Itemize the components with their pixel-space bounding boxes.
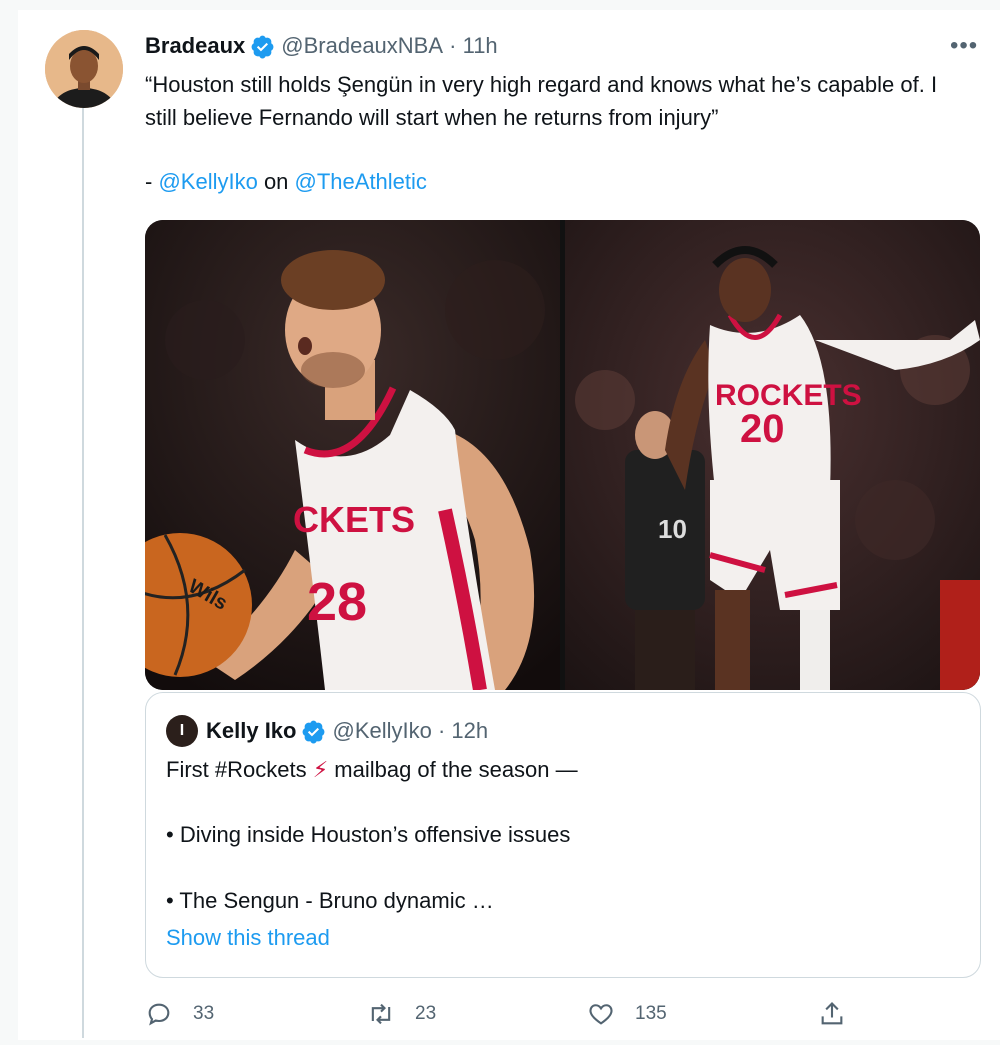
like-button[interactable]: 135 <box>587 1000 667 1028</box>
right-jersey-number: 20 <box>740 407 785 451</box>
tweet-time[interactable]: 11h <box>463 33 498 59</box>
verified-badge-icon <box>251 35 274 58</box>
quoted-author-handle[interactable]: @KellyIko <box>332 718 431 744</box>
quoted-line-1-post: mailbag of the season — <box>328 757 578 782</box>
verified-badge-icon <box>303 720 325 743</box>
media-grid: CKETS 28 Wils 10 ROCKETS 20 <box>145 220 980 690</box>
author-name[interactable]: Bradeaux <box>145 33 245 59</box>
action-bar: 33 23 135 <box>145 1000 845 1030</box>
thread-line <box>82 108 84 1038</box>
author-avatar[interactable] <box>45 30 123 108</box>
quoted-time[interactable]: 12h <box>451 718 488 744</box>
tweet-text: “Houston still holds Şengün in very high… <box>145 72 938 130</box>
quoted-bullet-2: • The Sengun - Bruno dynamic … <box>166 888 494 913</box>
mention-link-theathletic[interactable]: @TheAthletic <box>295 169 427 194</box>
right-jersey-team: ROCKETS <box>715 379 862 412</box>
rockets-logo-icon: ⚡ <box>312 757 329 782</box>
quoted-bullet-1: • Diving inside Houston’s offensive issu… <box>166 822 571 847</box>
retweet-count: 23 <box>415 1003 437 1024</box>
opponent-number: 10 <box>658 514 687 544</box>
quoted-line-1-pre: First #Rockets <box>166 757 313 782</box>
reply-button[interactable]: 33 <box>145 1000 214 1028</box>
photo-sengun[interactable]: CKETS 28 Wils <box>145 220 560 690</box>
attrib-dash: - <box>145 169 159 194</box>
left-jersey-number: 28 <box>307 572 367 632</box>
mention-link-kellyiko[interactable]: @KellyIko <box>158 169 257 194</box>
quoted-author-name[interactable]: Kelly Iko <box>206 718 296 744</box>
more-options-icon[interactable]: ••• <box>950 32 978 60</box>
quoted-avatar[interactable]: I <box>166 715 198 747</box>
left-jersey-team: CKETS <box>293 499 415 540</box>
retweet-button[interactable]: 23 <box>367 1000 436 1028</box>
like-count: 135 <box>635 1003 667 1024</box>
heart-icon <box>589 1004 613 1025</box>
retweet-icon <box>371 1003 391 1025</box>
dot-separator: · <box>431 718 452 743</box>
share-icon <box>821 1002 843 1025</box>
reply-icon <box>148 1003 170 1026</box>
dot-separator: · <box>443 33 463 58</box>
quoted-line-1: First #Rockets ⚡ mailbag of the season — <box>166 755 578 785</box>
tweet-header: Bradeaux @BradeauxNBA · 11h <box>145 32 498 60</box>
quoted-header: I Kelly Iko @KellyIko · 12h <box>166 715 488 747</box>
show-thread-link[interactable]: Show this thread <box>166 925 330 951</box>
attrib-on: on <box>257 169 295 194</box>
reply-count: 33 <box>193 1003 215 1024</box>
quoted-tweet[interactable]: I Kelly Iko @KellyIko · 12h First #Rocke… <box>145 692 981 978</box>
share-button[interactable] <box>818 1000 866 1028</box>
photo-fernando[interactable]: 10 ROCKETS 20 <box>565 220 980 690</box>
author-handle[interactable]: @BradeauxNBA <box>281 33 443 59</box>
tweet-attribution: - @KellyIko on @TheAthletic <box>145 165 427 198</box>
